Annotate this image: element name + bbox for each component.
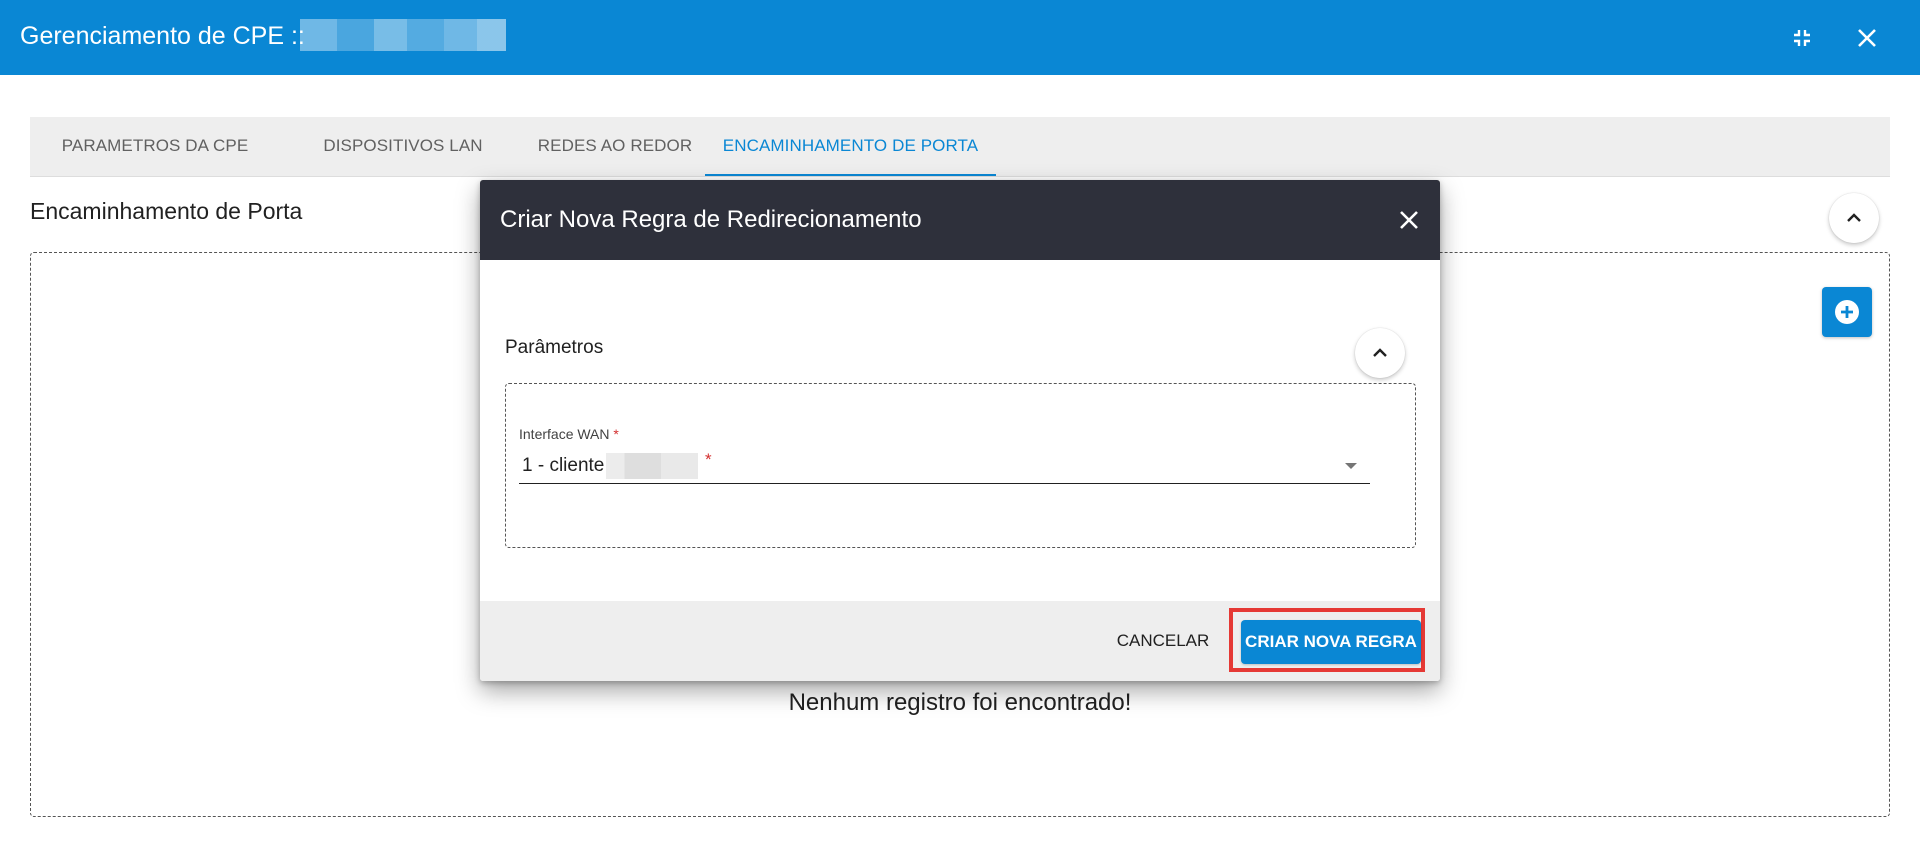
close-icon xyxy=(1858,29,1876,47)
tab-encaminhamento-porta[interactable]: ENCAMINHAMENTO DE PORTA xyxy=(705,117,996,176)
section-collapse-button[interactable] xyxy=(1829,193,1879,243)
create-rule-button[interactable]: CRIAR NOVA REGRA xyxy=(1241,620,1421,664)
tab-bar: PARAMETROS DA CPE DISPOSITIVOS LAN REDES… xyxy=(30,117,1890,177)
close-icon xyxy=(1400,211,1418,229)
tab-redes-ao-redor[interactable]: REDES AO REDOR xyxy=(526,117,704,176)
required-mark: * xyxy=(705,450,712,469)
app-header: Gerenciamento de CPE :: xyxy=(0,0,1920,75)
close-window-button[interactable] xyxy=(1849,20,1885,56)
cancel-button[interactable]: CANCELAR xyxy=(1113,623,1213,659)
wan-interface-select[interactable]: 1 - cliente * xyxy=(519,448,1370,484)
wan-interface-label-text: Interface WAN xyxy=(519,426,610,442)
dropdown-arrow-icon xyxy=(1345,463,1357,469)
create-rule-dialog: Criar Nova Regra de Redirecionamento Par… xyxy=(480,180,1440,681)
required-mark: * xyxy=(613,426,619,442)
window-title: Gerenciamento de CPE :: xyxy=(20,22,305,50)
redacted-client-name xyxy=(606,453,698,479)
tab-parametros-cpe[interactable]: PARAMETROS DA CPE xyxy=(30,117,280,176)
redacted-cpe-id xyxy=(300,19,506,51)
add-rule-button[interactable] xyxy=(1822,287,1872,337)
dialog-footer: CANCELAR CRIAR NOVA REGRA xyxy=(480,601,1440,681)
wan-interface-label: Interface WAN * xyxy=(519,426,619,442)
chevron-up-icon xyxy=(1373,348,1387,357)
empty-state-message: Nenhum registro foi encontrado! xyxy=(788,689,1132,716)
chevron-up-icon xyxy=(1847,213,1861,222)
tab-dispositivos-lan[interactable]: DISPOSITIVOS LAN xyxy=(280,117,526,176)
dialog-close-button[interactable] xyxy=(1391,202,1427,238)
params-collapse-button[interactable] xyxy=(1355,328,1405,378)
section-title: Encaminhamento de Porta xyxy=(30,198,303,224)
wan-interface-value: 1 - cliente xyxy=(522,455,605,476)
minimize-button[interactable] xyxy=(1784,20,1820,56)
minimize-icon xyxy=(1794,30,1810,46)
add-circle-icon xyxy=(1835,300,1859,324)
dialog-header: Criar Nova Regra de Redirecionamento xyxy=(480,180,1440,260)
params-section-label: Parâmetros xyxy=(505,337,604,358)
dialog-title: Criar Nova Regra de Redirecionamento xyxy=(500,206,922,233)
